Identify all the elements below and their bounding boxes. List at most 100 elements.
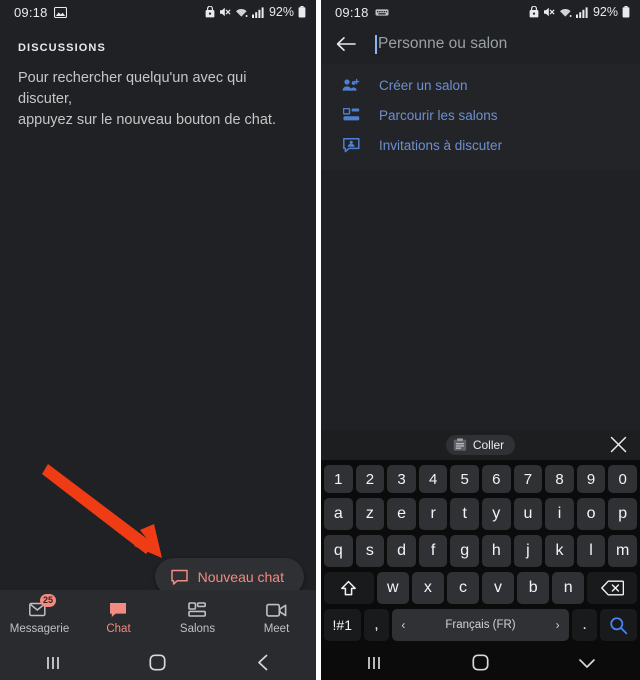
- menu-label-creer-un-salon: Créer un salon: [379, 77, 468, 93]
- key-7[interactable]: 7: [513, 465, 543, 493]
- keyboard-icon: [375, 8, 389, 17]
- key-z[interactable]: z: [355, 498, 385, 530]
- key-w[interactable]: w: [376, 572, 409, 604]
- back-icon[interactable]: [233, 654, 293, 671]
- menu-item-creer-un-salon[interactable]: Créer un salon: [321, 70, 640, 100]
- key-n[interactable]: n: [552, 572, 585, 604]
- home-icon[interactable]: [128, 654, 188, 671]
- key-r[interactable]: r: [418, 498, 448, 530]
- key-2[interactable]: 2: [355, 465, 385, 493]
- chat-bubble-filled-icon: [109, 601, 128, 620]
- mute-icon: [543, 6, 555, 18]
- key-v[interactable]: v: [482, 572, 515, 604]
- status-clock: 09:18: [14, 4, 48, 20]
- key-p[interactable]: p: [608, 498, 637, 530]
- paste-chip-button[interactable]: Coller: [445, 435, 516, 455]
- right-phone-panel: 09:18 92% Personne ou salon Créer un sal…: [321, 0, 640, 680]
- keyboard-row-2: q s d f g h j k l m: [324, 535, 637, 567]
- key-o[interactable]: o: [576, 498, 606, 530]
- key-h[interactable]: h: [482, 535, 511, 567]
- recents-icon[interactable]: [344, 655, 404, 671]
- key-i[interactable]: i: [545, 498, 574, 530]
- keyboard-rows: 1 2 3 4 5 6 7 8 9 0 a z e r t y u i o p …: [321, 460, 640, 645]
- left-phone-panel: 09:18 92% DISCUSSIONS Pour rechercher qu…: [0, 0, 316, 680]
- alarm-lock-icon: [529, 6, 539, 18]
- rooms-grid-icon: [341, 108, 361, 122]
- nav-item-salons[interactable]: Salons: [158, 601, 237, 635]
- search-icon[interactable]: [600, 609, 637, 641]
- chat-invite-icon: [341, 137, 361, 153]
- add-people-icon: [341, 78, 361, 92]
- image-icon: [53, 6, 67, 18]
- key-u[interactable]: u: [513, 498, 543, 530]
- battery-percent-right: 92%: [592, 5, 618, 19]
- battery-percent: 92%: [268, 5, 294, 19]
- key-l[interactable]: l: [576, 535, 606, 567]
- key-6[interactable]: 6: [482, 465, 511, 493]
- key-a[interactable]: a: [324, 498, 353, 530]
- annotation-arrow-icon: [42, 464, 162, 558]
- key-t[interactable]: t: [450, 498, 479, 530]
- recents-icon[interactable]: [23, 655, 83, 671]
- status-icons-right: 92%: [529, 5, 630, 19]
- empty-state-line-1: Pour rechercher quelqu'un avec qui discu…: [18, 70, 247, 107]
- key-9[interactable]: 9: [576, 465, 606, 493]
- key-d[interactable]: d: [387, 535, 416, 567]
- back-arrow-icon[interactable]: [335, 33, 357, 55]
- key-8[interactable]: 8: [545, 465, 574, 493]
- nav-label-chat: Chat: [106, 622, 131, 635]
- keyboard-row-3: w x c v b n: [323, 572, 638, 604]
- key-period[interactable]: .: [571, 609, 598, 641]
- signal-icon: [575, 6, 588, 18]
- chevron-right-icon[interactable]: ›: [556, 618, 560, 632]
- keyboard-down-icon[interactable]: [557, 656, 617, 670]
- key-g[interactable]: g: [450, 535, 479, 567]
- key-q[interactable]: q: [324, 535, 353, 567]
- key-j[interactable]: j: [513, 535, 543, 567]
- key-m[interactable]: m: [608, 535, 637, 567]
- key-b[interactable]: b: [517, 572, 550, 604]
- search-bar: Personne ou salon: [321, 24, 640, 64]
- close-icon[interactable]: [610, 436, 627, 453]
- shift-icon[interactable]: [323, 572, 374, 604]
- key-e[interactable]: e: [387, 498, 416, 530]
- screenshot-stage: 09:18 92% DISCUSSIONS Pour rechercher qu…: [0, 0, 640, 680]
- key-1[interactable]: 1: [324, 465, 353, 493]
- key-3[interactable]: 3: [387, 465, 416, 493]
- space-bar-language-label: Français (FR): [445, 619, 516, 631]
- backspace-icon[interactable]: [587, 572, 638, 604]
- nav-label-salons: Salons: [179, 622, 216, 635]
- key-5[interactable]: 5: [450, 465, 479, 493]
- key-x[interactable]: x: [411, 572, 444, 604]
- nav-item-chat[interactable]: Chat: [79, 601, 158, 635]
- key-y[interactable]: y: [482, 498, 511, 530]
- new-chat-fab-label: Nouveau chat: [197, 569, 284, 585]
- menu-item-invitations-a-discuter[interactable]: Invitations à discuter: [321, 130, 640, 160]
- menu-item-parcourir-les-salons[interactable]: Parcourir les salons: [321, 100, 640, 130]
- nav-item-meet[interactable]: Meet: [237, 601, 316, 635]
- status-bar-left: 09:18 92%: [0, 0, 316, 24]
- key-c[interactable]: c: [446, 572, 479, 604]
- search-placeholder: Personne ou salon: [378, 35, 508, 52]
- home-icon[interactable]: [450, 654, 510, 671]
- key-4[interactable]: 4: [418, 465, 448, 493]
- nav-item-messagerie[interactable]: 25 Messagerie: [0, 593, 79, 635]
- key-comma[interactable]: ,: [363, 609, 390, 641]
- search-input[interactable]: Personne ou salon: [375, 34, 626, 54]
- key-0[interactable]: 0: [608, 465, 637, 493]
- status-clock-right: 09:18: [335, 4, 369, 20]
- paste-chip-label: Coller: [472, 438, 505, 452]
- symbols-key[interactable]: !#1: [324, 609, 361, 641]
- battery-icon: [622, 6, 630, 18]
- rooms-grid-icon: [188, 601, 207, 620]
- menu-label-parcourir-les-salons: Parcourir les salons: [379, 107, 498, 123]
- wifi-icon: [235, 7, 248, 18]
- key-s[interactable]: s: [355, 535, 385, 567]
- system-nav-bar-left: [0, 645, 316, 680]
- chat-bubble-icon: [170, 569, 188, 585]
- key-k[interactable]: k: [545, 535, 574, 567]
- clipboard-icon: [453, 438, 467, 452]
- space-bar[interactable]: ‹ Français (FR) ›: [392, 609, 569, 641]
- empty-state-text: Pour rechercher quelqu'un avec qui discu…: [0, 54, 316, 131]
- key-f[interactable]: f: [418, 535, 448, 567]
